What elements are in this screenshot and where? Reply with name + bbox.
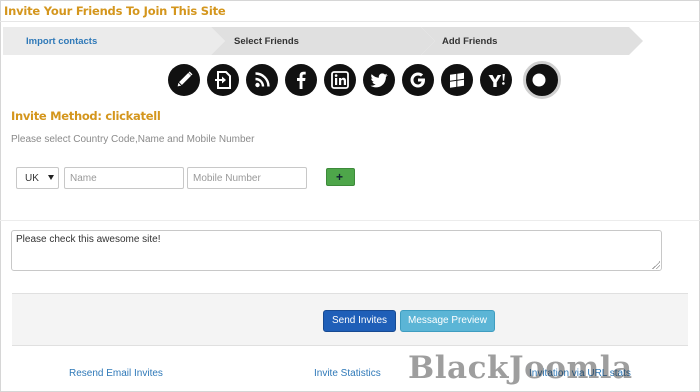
title-divider [0, 21, 700, 22]
invite-statistics-link[interactable]: Invite Statistics [314, 368, 381, 379]
name-field-wrapper [64, 167, 184, 189]
country-code-value: UK [25, 173, 39, 184]
pencil-icon[interactable] [168, 64, 200, 96]
step-add-friends-label: Add Friends [442, 36, 498, 47]
message-box [11, 230, 662, 271]
add-recipient-button[interactable]: + [326, 168, 355, 186]
invite-method-label: Invite Method: clickatell [11, 109, 161, 123]
google-icon[interactable] [402, 64, 434, 96]
resize-grip-icon[interactable] [652, 261, 660, 269]
watermark-logo: BlackJoomla [408, 350, 633, 386]
twitter-icon[interactable] [363, 64, 395, 96]
linkedin-icon[interactable] [324, 64, 356, 96]
instructions-text: Please select Country Code,Name and Mobi… [11, 134, 255, 145]
actions-bar: Send Invites Message Preview [12, 293, 688, 346]
chevron-down-icon [48, 175, 54, 180]
mobile-field-wrapper [187, 167, 307, 189]
step-import-contacts-label: Import contacts [26, 36, 98, 47]
step-select-friends[interactable]: Select Friends [211, 27, 435, 55]
country-code-select[interactable]: UK [16, 167, 59, 189]
page-title: Invite Your Friends To Join This Site [4, 4, 226, 18]
mobile-number-input[interactable] [188, 168, 306, 188]
resend-email-invites-link[interactable]: Resend Email Invites [69, 368, 163, 379]
step-import-contacts[interactable]: Import contacts [3, 27, 225, 55]
yahoo-icon[interactable] [480, 64, 512, 96]
import-icon[interactable] [207, 64, 239, 96]
windows-live-icon[interactable] [441, 64, 473, 96]
send-invites-button[interactable]: Send Invites [323, 310, 396, 332]
facebook-icon[interactable] [285, 64, 317, 96]
message-textarea[interactable] [12, 231, 661, 270]
step-add-friends[interactable]: Add Friends [421, 27, 643, 55]
name-input[interactable] [65, 168, 183, 188]
clickatell-icon[interactable] [523, 61, 561, 99]
form-divider [0, 220, 700, 221]
wizard-steps: Import contacts Select Friends Add Frien… [3, 27, 663, 55]
rss-icon[interactable] [246, 64, 278, 96]
message-preview-button[interactable]: Message Preview [400, 310, 495, 332]
plus-icon: + [336, 170, 344, 184]
step-select-friends-label: Select Friends [234, 36, 299, 47]
